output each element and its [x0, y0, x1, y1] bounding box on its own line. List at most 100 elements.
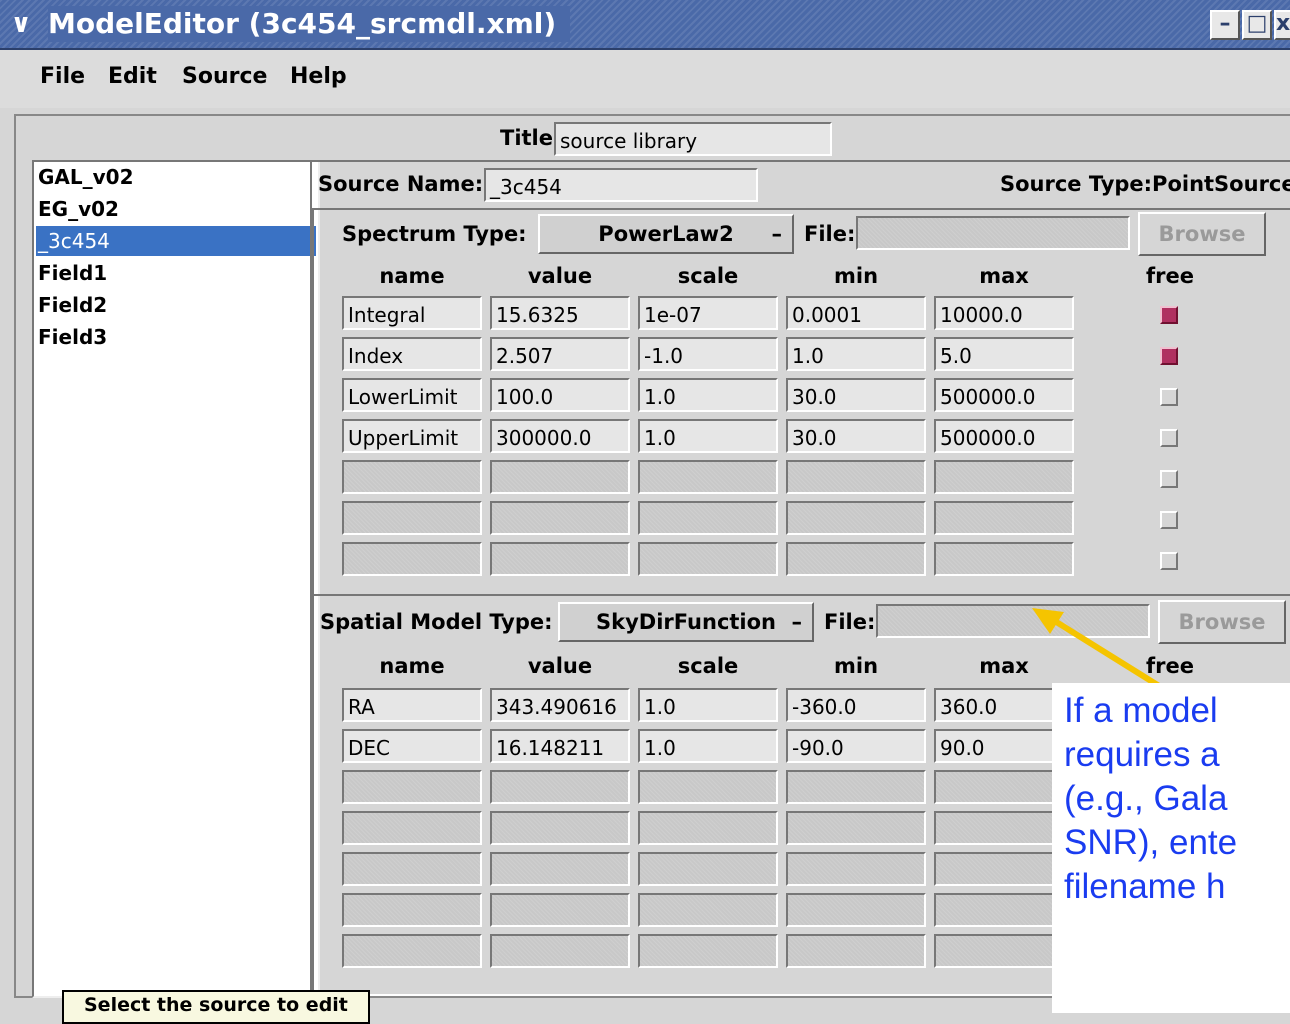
- menu-file[interactable]: File: [40, 64, 85, 89]
- free-checkbox[interactable]: [1160, 552, 1178, 570]
- param-name-cell[interactable]: [342, 852, 482, 886]
- param-scale-cell[interactable]: 1.0: [638, 729, 778, 763]
- param-min-cell[interactable]: [786, 460, 926, 494]
- param-name-cell[interactable]: RA: [342, 688, 482, 722]
- free-checkbox[interactable]: [1160, 470, 1178, 488]
- param-scale-cell[interactable]: 1.0: [638, 378, 778, 412]
- chevron-down-icon[interactable]: ∨: [6, 9, 36, 39]
- param-name-cell[interactable]: Index: [342, 337, 482, 371]
- list-item[interactable]: Field1: [36, 258, 316, 288]
- spectrum-type-value: PowerLaw2: [598, 222, 734, 246]
- maximize-icon[interactable]: □: [1242, 10, 1272, 40]
- param-value-cell[interactable]: [490, 460, 630, 494]
- source-list[interactable]: GAL_v02 EG_v02 _3c454 Field1 Field2 Fiel…: [32, 160, 320, 998]
- param-max-cell[interactable]: 5.0: [934, 337, 1074, 371]
- window-title-bar[interactable]: ∨ ModelEditor (3c454_srcmdl.xml) – □ x: [0, 0, 1290, 50]
- param-scale-cell[interactable]: -1.0: [638, 337, 778, 371]
- param-value-cell[interactable]: 2.507: [490, 337, 630, 371]
- param-min-cell[interactable]: [786, 852, 926, 886]
- status-tooltip: Select the source to edit: [62, 990, 370, 1024]
- param-max-cell[interactable]: [934, 501, 1074, 535]
- param-min-cell[interactable]: -90.0: [786, 729, 926, 763]
- param-value-cell[interactable]: 343.490616: [490, 688, 630, 722]
- source-name-field[interactable]: _3c454: [484, 168, 758, 202]
- param-scale-cell[interactable]: [638, 852, 778, 886]
- param-name-cell[interactable]: [342, 811, 482, 845]
- param-name-cell[interactable]: Integral: [342, 296, 482, 330]
- param-scale-cell[interactable]: [638, 934, 778, 968]
- param-scale-cell[interactable]: [638, 501, 778, 535]
- param-value-cell[interactable]: [490, 542, 630, 576]
- param-name-cell[interactable]: DEC: [342, 729, 482, 763]
- param-min-cell[interactable]: 1.0: [786, 337, 926, 371]
- param-name-cell[interactable]: [342, 770, 482, 804]
- param-max-cell[interactable]: 10000.0: [934, 296, 1074, 330]
- spectrum-panel: Spectrum Type: PowerLaw2 – File: Browse …: [312, 208, 1290, 596]
- param-name-cell[interactable]: [342, 934, 482, 968]
- param-value-cell[interactable]: [490, 811, 630, 845]
- param-value-cell[interactable]: 16.148211: [490, 729, 630, 763]
- param-min-cell[interactable]: [786, 501, 926, 535]
- param-name-cell[interactable]: [342, 501, 482, 535]
- param-name-cell[interactable]: [342, 460, 482, 494]
- param-max-cell[interactable]: [934, 542, 1074, 576]
- param-scale-cell[interactable]: 1.0: [638, 419, 778, 453]
- param-scale-cell[interactable]: [638, 811, 778, 845]
- list-item[interactable]: Field2: [36, 290, 316, 320]
- column-header-free: free: [1146, 264, 1194, 288]
- list-item[interactable]: EG_v02: [36, 194, 316, 224]
- param-scale-cell[interactable]: [638, 770, 778, 804]
- spatial-type-value: SkyDirFunction: [595, 610, 777, 634]
- spectrum-browse-button[interactable]: Browse: [1138, 212, 1266, 256]
- param-min-cell[interactable]: -360.0: [786, 688, 926, 722]
- param-min-cell[interactable]: 30.0: [786, 419, 926, 453]
- column-header-value: value: [527, 654, 593, 678]
- menu-source[interactable]: Source: [182, 64, 267, 89]
- spatial-type-dropdown[interactable]: SkyDirFunction –: [558, 602, 814, 642]
- param-name-cell[interactable]: LowerLimit: [342, 378, 482, 412]
- param-name-cell[interactable]: [342, 542, 482, 576]
- param-scale-cell[interactable]: [638, 893, 778, 927]
- param-value-cell[interactable]: [490, 934, 630, 968]
- dropdown-arrow-icon: –: [791, 610, 803, 634]
- param-scale-cell[interactable]: [638, 542, 778, 576]
- free-checkbox[interactable]: [1160, 429, 1178, 447]
- minimize-icon[interactable]: –: [1210, 10, 1240, 40]
- param-value-cell[interactable]: [490, 770, 630, 804]
- param-min-cell[interactable]: [786, 934, 926, 968]
- list-item[interactable]: Field3: [36, 322, 316, 352]
- free-checkbox[interactable]: [1160, 306, 1178, 324]
- spectrum-file-field[interactable]: [856, 216, 1130, 250]
- param-scale-cell[interactable]: [638, 460, 778, 494]
- param-value-cell[interactable]: 15.6325: [490, 296, 630, 330]
- spectrum-type-dropdown[interactable]: PowerLaw2 –: [538, 214, 794, 254]
- param-min-cell[interactable]: [786, 811, 926, 845]
- param-min-cell[interactable]: [786, 770, 926, 804]
- free-checkbox[interactable]: [1160, 388, 1178, 406]
- menu-help[interactable]: Help: [290, 64, 347, 89]
- menu-edit[interactable]: Edit: [108, 64, 157, 89]
- list-item-selected[interactable]: _3c454: [36, 226, 316, 256]
- param-min-cell[interactable]: 30.0: [786, 378, 926, 412]
- param-scale-cell[interactable]: 1e-07: [638, 296, 778, 330]
- param-value-cell[interactable]: 100.0: [490, 378, 630, 412]
- param-min-cell[interactable]: [786, 542, 926, 576]
- param-scale-cell[interactable]: 1.0: [638, 688, 778, 722]
- list-item[interactable]: GAL_v02: [36, 162, 316, 192]
- param-value-cell[interactable]: [490, 501, 630, 535]
- param-max-cell[interactable]: 500000.0: [934, 419, 1074, 453]
- param-name-cell[interactable]: UpperLimit: [342, 419, 482, 453]
- param-value-cell[interactable]: 300000.0: [490, 419, 630, 453]
- close-icon[interactable]: x: [1274, 10, 1290, 40]
- free-checkbox[interactable]: [1160, 511, 1178, 529]
- library-title-field[interactable]: source library: [554, 122, 832, 156]
- source-type-label: Source Type:PointSource: [1000, 172, 1290, 196]
- param-name-cell[interactable]: [342, 893, 482, 927]
- param-value-cell[interactable]: [490, 893, 630, 927]
- param-max-cell[interactable]: [934, 460, 1074, 494]
- free-checkbox[interactable]: [1160, 347, 1178, 365]
- param-min-cell[interactable]: [786, 893, 926, 927]
- param-min-cell[interactable]: 0.0001: [786, 296, 926, 330]
- param-max-cell[interactable]: 500000.0: [934, 378, 1074, 412]
- param-value-cell[interactable]: [490, 852, 630, 886]
